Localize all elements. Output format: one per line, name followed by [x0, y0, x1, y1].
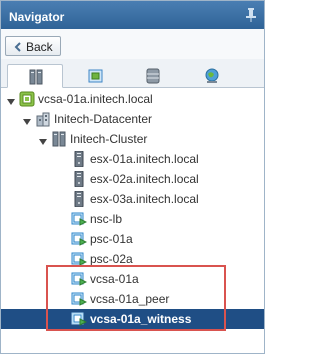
tab-networking[interactable]: [183, 64, 239, 87]
tab-vms-and-templates[interactable]: [67, 64, 123, 87]
expand-arrow-icon[interactable]: [39, 135, 47, 145]
tree-item-label: vcsa-01a_witness: [90, 312, 192, 326]
tree-item-host[interactable]: esx-02a.initech.local: [1, 169, 264, 189]
expand-arrow-icon[interactable]: [23, 115, 31, 125]
tree-item-label: nsc-lb: [90, 212, 123, 226]
tree-item-vm[interactable]: vcsa-01a_peer: [1, 289, 264, 309]
tree-item-label: psc-01a: [90, 232, 133, 246]
host-icon: [71, 170, 87, 188]
tab-hosts-and-clusters[interactable]: [7, 64, 63, 88]
tree-item-label: psc-02a: [90, 252, 133, 266]
vm-icon: [71, 211, 88, 227]
cluster-icon: [51, 131, 67, 147]
tree-item-vm[interactable]: psc-01a: [1, 229, 264, 249]
tree-item-label: Initech-Cluster: [70, 132, 148, 146]
tree-item-label: esx-01a.initech.local: [90, 152, 199, 166]
inventory-tree: vcsa-01a.initech.local Initech-Datacente…: [1, 87, 264, 347]
tree-item-vm[interactable]: nsc-lb: [1, 209, 264, 229]
navigator-tabs: [1, 59, 264, 88]
vms-and-templates-icon: [88, 69, 103, 83]
host-icon: [71, 190, 87, 208]
vm-icon: [71, 311, 88, 327]
tree-item-vm[interactable]: vcsa-01a: [1, 269, 264, 289]
chevron-left-icon: [13, 41, 23, 52]
vm-icon: [71, 291, 88, 307]
vm-icon: [71, 271, 88, 287]
tree-item-host[interactable]: esx-01a.initech.local: [1, 149, 264, 169]
tree-item-label: esx-03a.initech.local: [90, 192, 199, 206]
vcenter-icon: [19, 91, 35, 107]
panel-titlebar: Navigator: [1, 1, 264, 29]
tree-item-vcenter[interactable]: vcsa-01a.initech.local: [1, 89, 264, 109]
tree-item-cluster[interactable]: Initech-Cluster: [1, 129, 264, 149]
tab-storage[interactable]: [125, 64, 181, 87]
pin-icon[interactable]: [246, 8, 256, 22]
expand-arrow-icon[interactable]: [7, 95, 15, 105]
tree-item-label: vcsa-01a_peer: [90, 292, 170, 306]
panel-title: Navigator: [9, 10, 65, 24]
tree-item-host[interactable]: esx-03a.initech.local: [1, 189, 264, 209]
navigator-panel: Navigator Back vcsa-01a.initech.local In…: [0, 0, 265, 354]
storage-icon: [146, 68, 160, 84]
tree-item-label: vcsa-01a: [90, 272, 139, 286]
hosts-and-clusters-icon: [29, 69, 43, 85]
networking-icon: [205, 68, 219, 83]
back-button[interactable]: Back: [5, 36, 61, 56]
vm-icon: [71, 251, 88, 267]
tree-item-vm[interactable]: psc-02a: [1, 249, 264, 269]
datacenter-icon: [35, 111, 51, 127]
tree-item-vm-selected[interactable]: vcsa-01a_witness: [1, 309, 264, 329]
tree-item-label: esx-02a.initech.local: [90, 172, 199, 186]
tree-item-datacenter[interactable]: Initech-Datacenter: [1, 109, 264, 129]
tree-item-label: Initech-Datacenter: [54, 112, 153, 126]
vm-icon: [71, 231, 88, 247]
tree-item-label: vcsa-01a.initech.local: [38, 92, 153, 106]
navigator-toolbar: Back: [1, 29, 264, 60]
host-icon: [71, 150, 87, 168]
back-button-label: Back: [26, 40, 53, 54]
